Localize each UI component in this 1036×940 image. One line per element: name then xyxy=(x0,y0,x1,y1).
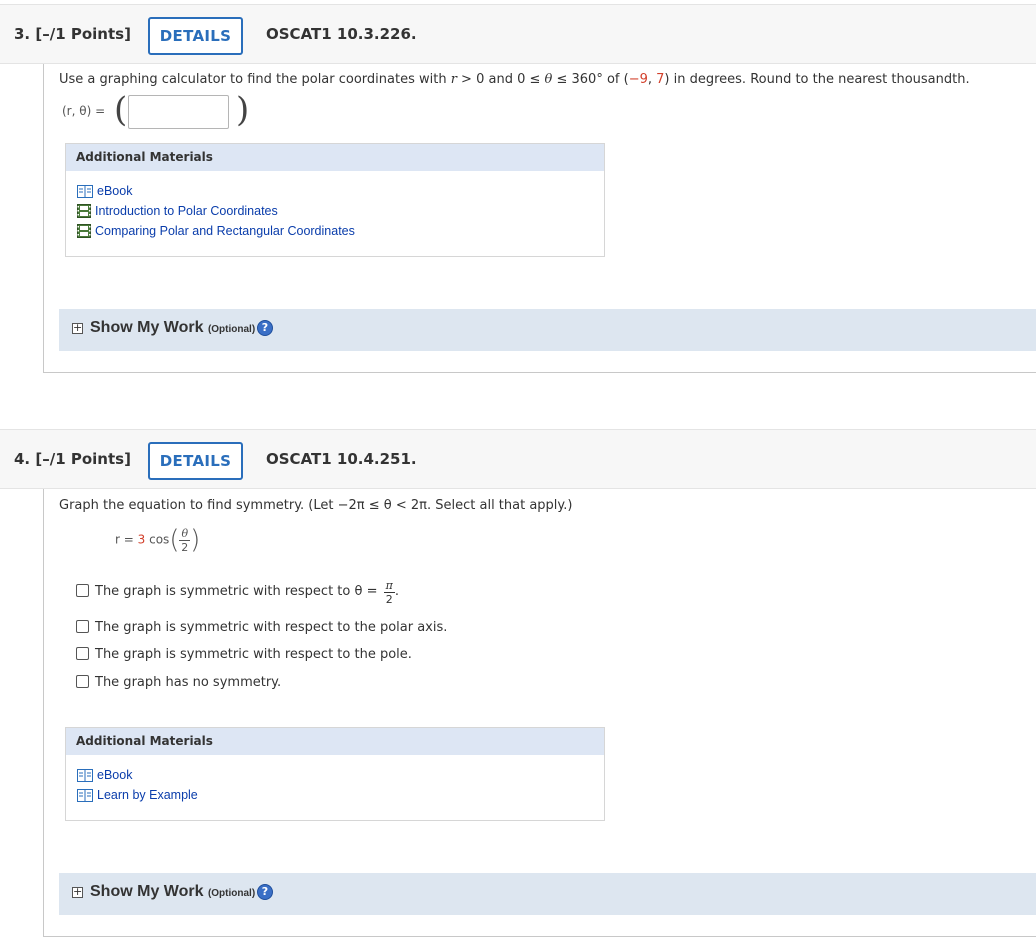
ebook-link[interactable]: eBook xyxy=(77,184,132,202)
option-symmetric-pole[interactable]: The graph is symmetric with respect to t… xyxy=(76,647,412,665)
question-prompt: Graph the equation to find symmetry. (Le… xyxy=(59,498,572,513)
fraction-numerator: θ xyxy=(179,526,191,541)
show-my-work-bar[interactable]: + Show My Work (Optional) ? xyxy=(59,873,1036,915)
ebook-label: eBook xyxy=(97,768,133,782)
show-my-work-label[interactable]: Show My Work (Optional) xyxy=(90,883,255,901)
video-icon xyxy=(77,204,91,221)
option-label: The graph is symmetric with respect to t… xyxy=(95,647,412,662)
option-label: The graph is symmetric with respect to t… xyxy=(95,620,448,635)
question-code: OSCAT1 10.3.226. xyxy=(266,25,417,43)
checkbox[interactable] xyxy=(76,647,89,660)
book-icon xyxy=(77,769,93,785)
question-prompt: Use a graphing calculator to find the po… xyxy=(59,72,970,87)
intro-polar-label: Introduction to Polar Coordinates xyxy=(95,204,278,218)
points-label: [–/1 Points] xyxy=(35,450,131,468)
option-label: The graph has no symmetry. xyxy=(95,675,282,690)
close-paren: ) xyxy=(236,90,250,130)
option-label: The graph is symmetric with respect to θ… xyxy=(95,584,378,599)
theta-range: −2π ≤ θ < 2π xyxy=(337,498,427,513)
comparing-polar-label: Comparing Polar and Rectangular Coordina… xyxy=(95,224,355,238)
expand-plus-icon[interactable]: + xyxy=(72,886,83,898)
checkbox[interactable] xyxy=(76,675,89,688)
question-4-body: Graph the equation to find symmetry. (Le… xyxy=(43,489,1036,937)
comparing-polar-video-link[interactable]: Comparing Polar and Rectangular Coordina… xyxy=(77,224,355,242)
additional-materials-title: Additional Materials xyxy=(66,144,604,171)
optional-label: (Optional) xyxy=(207,324,256,335)
learn-by-example-label: Learn by Example xyxy=(97,788,198,802)
help-icon[interactable]: ? xyxy=(257,884,273,900)
open-paren: ( xyxy=(114,90,128,130)
question-3-body: Use a graphing calculator to find the po… xyxy=(43,64,1036,373)
answer-label: (r, θ) = xyxy=(62,104,106,118)
polar-equation: r = 3 cos(θ 2) xyxy=(115,525,200,565)
show-my-work-text: Show My Work xyxy=(90,883,204,900)
checkbox[interactable] xyxy=(76,584,89,597)
additional-materials-panel: Additional Materials eBook Learn by Exam… xyxy=(65,727,605,821)
prompt-text: Graph the equation to find symmetry. (Le… xyxy=(59,498,338,513)
additional-materials-panel: Additional Materials eBook Introduction … xyxy=(65,143,605,257)
ebook-label: eBook xyxy=(97,184,133,198)
option-symmetric-polar-axis[interactable]: The graph is symmetric with respect to t… xyxy=(76,620,447,638)
details-button[interactable]: DETAILS xyxy=(148,17,243,55)
question-number: 4. xyxy=(14,450,31,468)
fraction-denominator: 2 xyxy=(181,540,189,554)
equation-lhs: r = xyxy=(115,532,134,547)
ebook-link[interactable]: eBook xyxy=(77,768,132,786)
polar-coordinates-input[interactable] xyxy=(128,95,229,129)
open-paren: ( xyxy=(169,525,180,555)
prompt-text: Use a graphing calculator to find the po… xyxy=(59,72,451,87)
show-my-work-text: Show My Work xyxy=(90,319,204,336)
prompt-text: ≤ 360° of ( xyxy=(552,72,629,87)
option-no-symmetry[interactable]: The graph has no symmetry. xyxy=(76,675,281,693)
points-label: [–/1 Points] xyxy=(35,25,131,43)
details-button[interactable]: DETAILS xyxy=(148,442,243,480)
prompt-text: ) in degrees. Round to the nearest thous… xyxy=(664,72,970,87)
fraction-denominator: 2 xyxy=(385,593,393,606)
question-3-header: 3. [–/1 Points] DETAILS OSCAT1 10.3.226. xyxy=(0,4,1036,64)
book-icon xyxy=(77,185,93,201)
optional-label: (Optional) xyxy=(207,888,256,899)
equation-coefficient: 3 xyxy=(137,532,146,547)
prompt-text: . Select all that apply.) xyxy=(426,498,573,513)
prompt-text: , xyxy=(647,72,657,87)
question-number: 3. xyxy=(14,25,31,43)
expand-plus-icon[interactable]: + xyxy=(72,322,83,334)
pi-over-2-fraction: π2 xyxy=(383,579,395,606)
checkbox[interactable] xyxy=(76,620,89,633)
book-icon xyxy=(77,789,93,805)
x-value: −9 xyxy=(628,72,648,87)
equation-fraction: θ2 xyxy=(179,526,191,554)
show-my-work-label[interactable]: Show My Work (Optional) xyxy=(90,319,255,337)
question-4-header: 4. [–/1 Points] DETAILS OSCAT1 10.4.251. xyxy=(0,429,1036,489)
equation-function: cos xyxy=(149,532,170,547)
close-paren: ) xyxy=(190,525,201,555)
fraction-numerator: π xyxy=(383,579,395,593)
question-3-points: 3. [–/1 Points] xyxy=(14,25,131,43)
option-symmetric-theta-pi-2[interactable]: The graph is symmetric with respect to θ… xyxy=(76,579,399,606)
additional-materials-title: Additional Materials xyxy=(66,728,604,755)
intro-polar-video-link[interactable]: Introduction to Polar Coordinates xyxy=(77,204,278,222)
video-icon xyxy=(77,224,91,241)
prompt-text: > 0 and 0 ≤ xyxy=(456,72,545,87)
learn-by-example-link[interactable]: Learn by Example xyxy=(77,788,198,806)
question-code: OSCAT1 10.4.251. xyxy=(266,450,417,468)
question-4-points: 4. [–/1 Points] xyxy=(14,450,131,468)
show-my-work-bar[interactable]: + Show My Work (Optional) ? xyxy=(59,309,1036,351)
help-icon[interactable]: ? xyxy=(257,320,273,336)
option-trailing: . xyxy=(394,584,399,599)
